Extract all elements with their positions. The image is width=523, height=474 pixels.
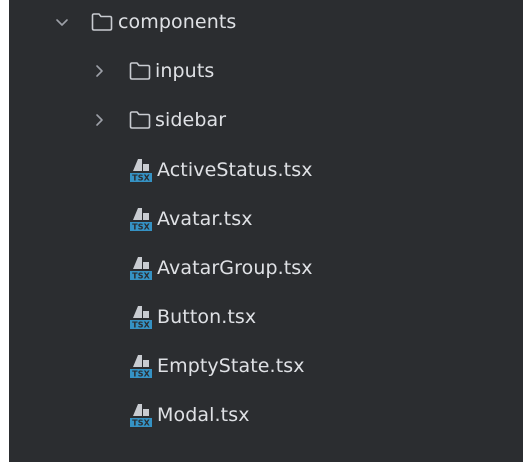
tree-file-modal[interactable]: TSX Modal.tsx: [9, 395, 523, 435]
folder-icon: [129, 62, 151, 80]
svg-text:TSX: TSX: [132, 419, 150, 428]
tree-node-label: Modal.tsx: [157, 404, 250, 426]
svg-text:TSX: TSX: [132, 370, 150, 379]
tree-node-components[interactable]: components: [9, 2, 523, 42]
tsx-file-icon: TSX: [130, 404, 152, 428]
tsx-file-icon: TSX: [130, 159, 152, 183]
tree-node-label: ActiveStatus.tsx: [157, 159, 313, 181]
svg-text:TSX: TSX: [132, 321, 150, 330]
chevron-down-icon[interactable]: [54, 14, 70, 30]
chevron-right-icon[interactable]: [91, 63, 107, 79]
tree-node-inputs[interactable]: inputs: [9, 51, 523, 91]
tsx-file-icon: TSX: [130, 355, 152, 379]
tree-file-active-status[interactable]: TSX ActiveStatus.tsx: [9, 150, 523, 190]
tsx-file-icon: TSX: [130, 257, 152, 281]
tree-node-label: sidebar: [155, 109, 227, 131]
svg-text:TSX: TSX: [132, 223, 150, 232]
chevron-right-icon[interactable]: [91, 112, 107, 128]
tree-node-label: Avatar.tsx: [157, 208, 253, 230]
tree-node-label: inputs: [155, 60, 215, 82]
tree-node-label: EmptyState.tsx: [157, 355, 305, 377]
svg-text:TSX: TSX: [132, 272, 150, 281]
tree-file-avatar[interactable]: TSX Avatar.tsx: [9, 199, 523, 239]
project-tree-panel: components inputs sidebar TSX ActiveStat…: [9, 0, 523, 462]
svg-text:TSX: TSX: [132, 174, 150, 183]
tree-file-avatar-group[interactable]: TSX AvatarGroup.tsx: [9, 248, 523, 288]
tree-node-label: AvatarGroup.tsx: [157, 257, 313, 279]
tree-node-sidebar[interactable]: sidebar: [9, 100, 523, 140]
tree-file-empty-state[interactable]: TSX EmptyState.tsx: [9, 346, 523, 386]
tree-node-label: Button.tsx: [157, 306, 257, 328]
tree-node-label: components: [118, 11, 237, 33]
tree-file-button[interactable]: TSX Button.tsx: [9, 297, 523, 337]
folder-icon: [91, 13, 113, 31]
tsx-file-icon: TSX: [130, 306, 152, 330]
tsx-file-icon: TSX: [130, 208, 152, 232]
folder-icon: [129, 111, 151, 129]
